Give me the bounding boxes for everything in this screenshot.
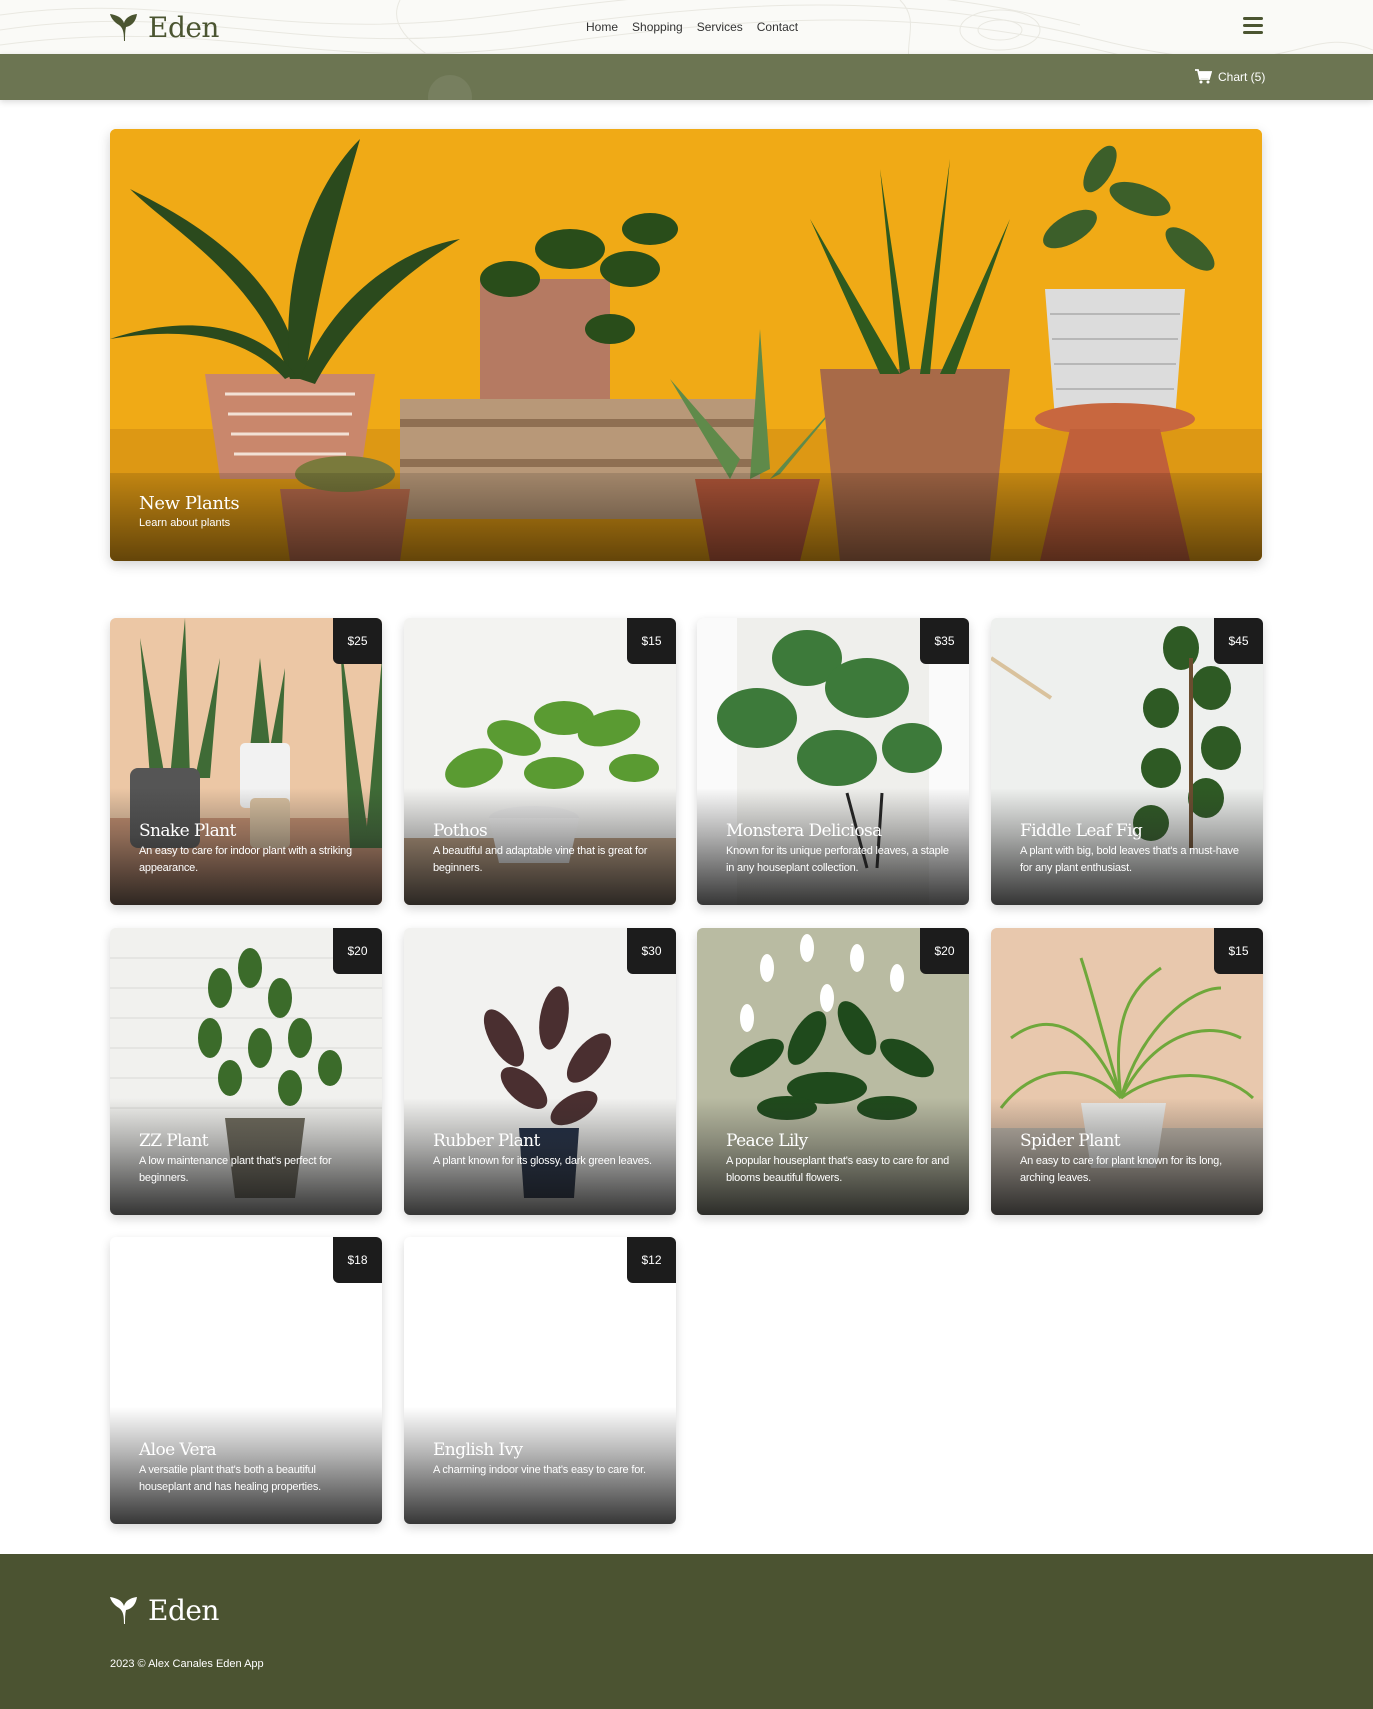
cart-label: Chart (5) bbox=[1218, 69, 1266, 84]
product-description: A plant with big, bold leaves that's a m… bbox=[1020, 845, 1239, 874]
product-card[interactable]: $15 Pothos A beautiful and adaptable vin… bbox=[404, 618, 676, 905]
product-name: Spider Plant bbox=[1020, 1131, 1121, 1151]
product-description: Known for its unique perforated leaves, … bbox=[726, 845, 949, 874]
product-card[interactable]: $20 Peace Lily A popular houseplant that… bbox=[697, 928, 969, 1215]
product-name: Peace Lily bbox=[726, 1131, 808, 1151]
product-description: A versatile plant that's both a beautifu… bbox=[139, 1464, 321, 1493]
price-badge: $35 bbox=[920, 618, 969, 664]
price-badge: $20 bbox=[333, 928, 382, 974]
price-badge: $45 bbox=[1214, 618, 1263, 664]
product-card[interactable]: $45 Fiddle Leaf Fig A plant with big, bo… bbox=[991, 618, 1263, 905]
product-description: A popular houseplant that's easy to care… bbox=[726, 1155, 950, 1184]
product-description: A beautiful and adaptable vine that is g… bbox=[433, 845, 648, 874]
price-badge: $30 bbox=[627, 928, 676, 974]
product-description: A plant known for its glossy, dark green… bbox=[433, 1155, 652, 1167]
logo-text: Eden bbox=[148, 11, 219, 44]
copyright: 2023 © Alex Canales Eden App bbox=[110, 1658, 264, 1670]
product-name: Aloe Vera bbox=[139, 1440, 217, 1460]
cart-bar: Chart (5) bbox=[0, 54, 1373, 100]
price-badge: $18 bbox=[333, 1237, 382, 1283]
price-badge: $15 bbox=[1214, 928, 1263, 974]
price-badge: $25 bbox=[333, 618, 382, 664]
product-card[interactable]: $15 Spider Plant An easy to care for pla… bbox=[991, 928, 1263, 1215]
hero-caption-overlay bbox=[110, 473, 1262, 561]
hero-subtitle[interactable]: Learn about plants bbox=[139, 517, 230, 529]
price-badge: $20 bbox=[920, 928, 969, 974]
product-card[interactable]: $18 Aloe Vera A versatile plant that's b… bbox=[110, 1237, 382, 1524]
cart-icon bbox=[1195, 69, 1212, 84]
product-description: An easy to care for plant known for its … bbox=[1020, 1155, 1222, 1184]
product-name: English Ivy bbox=[433, 1440, 523, 1460]
product-card[interactable]: $30 Rubber Plant A plant known for its g… bbox=[404, 928, 676, 1215]
product-card[interactable]: $25 Snake Plant An easy to care for indo… bbox=[110, 618, 382, 905]
product-name: Pothos bbox=[433, 821, 488, 841]
nav-services[interactable]: Services bbox=[697, 20, 743, 34]
product-card[interactable]: $12 English Ivy A charming indoor vine t… bbox=[404, 1237, 676, 1524]
footer-logo[interactable]: Eden bbox=[110, 1594, 219, 1627]
product-description: An easy to care for indoor plant with a … bbox=[139, 845, 352, 874]
price-badge: $15 bbox=[627, 618, 676, 664]
product-description: A low maintenance plant that's perfect f… bbox=[139, 1155, 332, 1184]
site-footer: Eden 2023 © Alex Canales Eden App bbox=[0, 1554, 1373, 1709]
product-name: ZZ Plant bbox=[139, 1131, 209, 1151]
site-header: Eden Home Shopping Services Contact bbox=[0, 0, 1373, 54]
price-badge: $12 bbox=[627, 1237, 676, 1283]
product-name: Monstera Deliciosa bbox=[726, 821, 882, 841]
sprout-icon bbox=[110, 1596, 137, 1624]
decorative-circle bbox=[428, 75, 472, 100]
product-card[interactable]: $20 ZZ Plant A low maintenance plant tha… bbox=[110, 928, 382, 1215]
cart-button[interactable]: Chart (5) bbox=[1195, 69, 1265, 84]
product-name: Snake Plant bbox=[139, 821, 236, 841]
menu-icon[interactable] bbox=[1243, 17, 1263, 35]
product-description: A charming indoor vine that's easy to ca… bbox=[433, 1464, 646, 1476]
logo[interactable]: Eden bbox=[110, 12, 219, 44]
hero-banner[interactable]: New Plants Learn about plants bbox=[110, 129, 1262, 561]
footer-logo-text: Eden bbox=[148, 1594, 219, 1627]
nav-contact[interactable]: Contact bbox=[757, 20, 798, 34]
product-card[interactable]: $35 Monstera Deliciosa Known for its uni… bbox=[697, 618, 969, 905]
sprout-icon bbox=[110, 14, 137, 41]
nav-home[interactable]: Home bbox=[586, 20, 618, 34]
main-nav: Home Shopping Services Contact bbox=[586, 20, 798, 34]
nav-shopping[interactable]: Shopping bbox=[632, 20, 683, 34]
product-name: Fiddle Leaf Fig bbox=[1020, 821, 1143, 841]
hero-title: New Plants bbox=[139, 493, 240, 514]
product-name: Rubber Plant bbox=[433, 1131, 540, 1151]
